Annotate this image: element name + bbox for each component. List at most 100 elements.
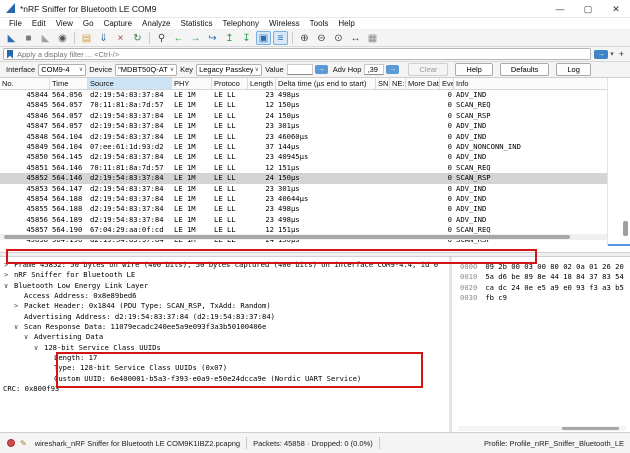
value-input[interactable] [287,64,313,75]
detail-line[interactable]: Custom UUID: 6e400001-b5a3-f393-e0a9-e50… [0,374,449,384]
start-capture-icon[interactable]: ◣ [4,31,19,45]
column-header-info[interactable]: Info [454,78,630,89]
bookmark-icon[interactable] [7,50,13,59]
packet-row[interactable]: 45855564.188d2:19:54:83:37:84LE 1MLE LL2… [0,204,630,214]
defaults-button[interactable]: Defaults [500,63,550,76]
packet-row[interactable]: 45849564.10407:ee:61:1d:93:d2LE 1MLE LL3… [0,142,630,152]
packet-row[interactable]: 45851564.14670:11:81:8a:7d:57LE 1MLE LL1… [0,163,630,173]
key-select[interactable]: Legacy Passkey∨ [196,64,262,76]
zoom-out-icon[interactable]: ⊖ [314,31,329,45]
column-header-phy[interactable]: PHY [172,78,212,89]
display-filter-input[interactable] [17,50,587,59]
stop-capture-icon[interactable]: ■ [21,31,36,45]
detail-line[interactable]: Access Address: 0x8e89bed6 [0,291,449,301]
apply-filter-button[interactable]: → [594,50,608,59]
column-header-time[interactable]: Time [50,78,88,89]
go-first-icon[interactable]: ↥ [222,31,237,45]
packet-row[interactable]: 45853564.147d2:19:54:83:37:84LE 1MLE LL2… [0,184,630,194]
detail-line[interactable]: ∨Advertising Data [0,332,449,342]
restart-capture-icon[interactable]: ◣ [38,31,53,45]
packet-row[interactable]: 45856564.189d2:19:54:83:37:84LE 1MLE LL2… [0,215,630,225]
hex-row[interactable]: 0020ca dc 24 0e e5 a9 e0 93 f3 a3 b5 [452,283,630,293]
column-header-sn[interactable]: SN [376,78,390,89]
display-filter-box[interactable] [3,48,591,60]
detail-line[interactable]: CRC: 0x800f93 [0,384,449,394]
detail-line[interactable]: >Packet Header: 0x1844 (PDU Type: SCAN_R… [0,301,449,311]
zoom-in-icon[interactable]: ⊕ [297,31,312,45]
clear-button[interactable]: Clear [408,63,448,76]
interface-select[interactable]: COM9-4∨ [38,64,86,76]
open-file-icon[interactable]: ▤ [79,31,94,45]
filter-dropdown-caret-icon[interactable]: ▾ [610,50,614,58]
go-previous-icon[interactable]: ← [171,31,186,45]
menu-edit[interactable]: Edit [27,19,51,28]
column-header-source[interactable]: Source [88,78,172,89]
adv-hop-input[interactable] [364,64,384,75]
reset-layout-icon[interactable]: ▦ [365,31,380,45]
packet-row[interactable]: 45846564.057d2:19:54:83:37:84LE 1MLE LL2… [0,111,630,121]
hscroll-thumb[interactable] [4,235,570,239]
menu-go[interactable]: Go [78,19,99,28]
packet-list-vscrollbar[interactable] [607,78,630,246]
profile-text[interactable]: Profile: Profile_nRF_Sniffer_Bluetooth_L… [484,439,624,448]
menu-view[interactable]: View [51,19,78,28]
packet-row[interactable]: 45850564.145d2:19:54:83:37:84LE 1MLE LL2… [0,152,630,162]
hex-row[interactable]: 000009 2b 00 03 00 80 02 0a 01 26 20 [452,262,630,272]
column-header-more-data[interactable]: More Data [406,78,440,89]
minimize-button[interactable]: — [546,0,574,18]
device-select[interactable]: "MDBT50Q-ATMS" -3∨ [115,64,177,76]
packet-row[interactable]: 45847564.057d2:19:54:83:37:84LE 1MLE LL2… [0,121,630,131]
find-packet-icon[interactable]: ⚲ [154,31,169,45]
reload-file-icon[interactable]: ↻ [130,31,145,45]
capture-comment-icon[interactable]: ✎ [20,439,27,448]
hex-hscroll-thumb[interactable] [562,427,619,430]
auto-scroll-icon[interactable]: ▣ [256,31,271,45]
column-header-no-[interactable]: No. [0,78,50,89]
column-header-length[interactable]: Length [248,78,276,89]
hex-row[interactable]: 00105a d6 be 89 8e 44 18 84 37 83 54 [452,272,630,282]
add-filter-button[interactable]: + [619,49,624,59]
detail-line[interactable]: >nRF Sniffer for Bluetooth LE [0,270,449,280]
expand-arrow-icon[interactable]: > [14,301,18,311]
close-button[interactable]: ✕ [602,0,630,18]
maximize-button[interactable]: ▢ [574,0,602,18]
column-header-protoco[interactable]: Protoco [212,78,248,89]
column-header-eve[interactable]: Eve [440,78,454,89]
column-header-ne-[interactable]: NE: [390,78,406,89]
zoom-100-icon[interactable]: ⊙ [331,31,346,45]
expert-info-icon[interactable] [7,439,15,447]
collapse-arrow-icon[interactable]: ∨ [4,281,8,291]
expand-arrow-icon[interactable]: > [4,260,8,270]
go-last-icon[interactable]: ↧ [239,31,254,45]
column-header-delta-time-s-end-to-start-[interactable]: Delta time (µs end to start) [276,78,376,89]
hex-row[interactable]: 0030fb c9 [452,293,630,303]
detail-line[interactable]: ∨Scan Response Data: 11079ecadc240ee5a9e… [0,322,449,332]
value-apply-button[interactable]: → [315,65,328,74]
packet-row[interactable]: 45848564.104d2:19:54:83:37:84LE 1MLE LL2… [0,132,630,142]
help-button[interactable]: Help [455,63,492,76]
menu-analyze[interactable]: Analyze [137,19,175,28]
save-file-icon[interactable]: ⇓ [96,31,111,45]
colorize-icon[interactable]: ≡ [273,31,288,45]
menu-wireless[interactable]: Wireless [264,19,305,28]
vscroll-thumb[interactable] [623,221,628,236]
menu-tools[interactable]: Tools [305,19,334,28]
packet-row[interactable]: 45852564.146d2:19:54:83:37:84LE 1MLE LL2… [0,173,630,183]
packet-row[interactable]: 45854564.188d2:19:54:83:37:84LE 1MLE LL2… [0,194,630,204]
detail-line[interactable]: ∨128-bit Service Class UUIDs [0,343,449,353]
expand-arrow-icon[interactable]: > [4,270,8,280]
detail-line[interactable]: ∨Bluetooth Low Energy Link Layer [0,281,449,291]
adv-hop-apply-button[interactable]: → [386,65,399,74]
hex-hscrollbar[interactable] [458,426,626,431]
resize-columns-icon[interactable]: ↔ [348,31,363,45]
packet-row[interactable]: 45845564.05770:11:81:8a:7d:57LE 1MLE LL1… [0,100,630,110]
menu-statistics[interactable]: Statistics [176,19,218,28]
detail-line[interactable]: Type: 128-bit Service Class UUIDs (0x07) [0,363,449,373]
menu-telephony[interactable]: Telephony [218,19,264,28]
collapse-arrow-icon[interactable]: ∨ [24,332,28,342]
detail-line[interactable]: >Frame 45852: 50 bytes on wire (400 bits… [0,260,449,270]
packet-row[interactable]: 45844564.056d2:19:54:83:37:84LE 1MLE LL2… [0,90,630,100]
go-to-packet-icon[interactable]: ↪ [205,31,220,45]
menu-file[interactable]: File [4,19,27,28]
collapse-arrow-icon[interactable]: ∨ [14,322,18,332]
